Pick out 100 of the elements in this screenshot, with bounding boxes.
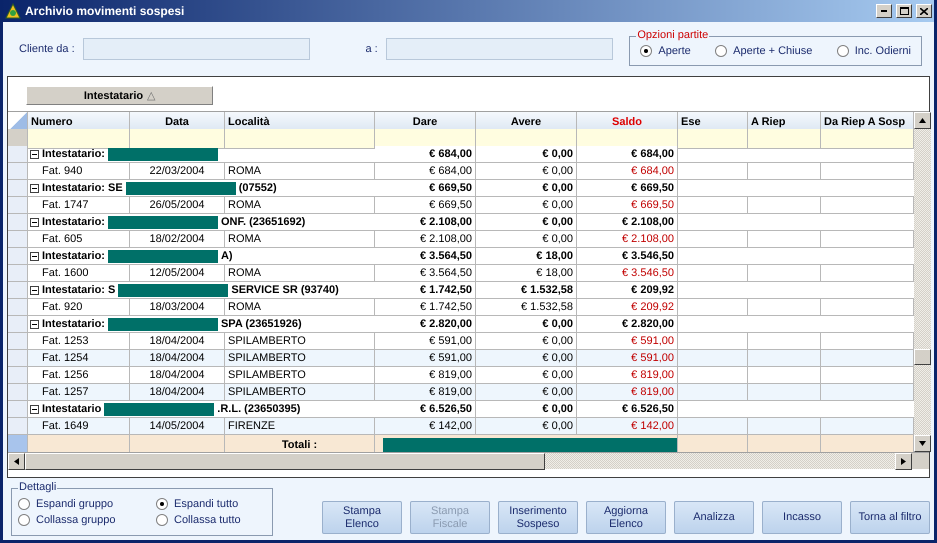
table-cell: Fat. 1256: [28, 367, 130, 384]
table-cell: € 591,00: [577, 333, 678, 350]
radio-option[interactable]: Inc. Odierni: [836, 45, 911, 57]
table-cell: € 0,00: [476, 418, 577, 435]
table-cell: € 669,50: [577, 197, 678, 214]
table-cell: € 18,00: [476, 248, 577, 265]
group-label: ONF. (23651692): [220, 216, 306, 228]
collapse-icon[interactable]: [30, 150, 39, 158]
table-cell: SPILAMBERTO: [225, 384, 375, 401]
table-cell: 12/05/2004: [130, 265, 225, 282]
table-cell: € 0,00: [476, 197, 577, 214]
right-arrow-icon: [901, 458, 906, 465]
action-button[interactable]: Inserimento Sospeso: [498, 501, 578, 534]
collapse-icon[interactable]: [30, 218, 39, 226]
table-cell: € 142,00: [375, 418, 476, 435]
scroll-thumb[interactable]: [914, 349, 931, 365]
table-cell: € 0,00: [476, 350, 577, 367]
action-button[interactable]: Aggiorna Elenco: [586, 501, 666, 534]
minimize-button[interactable]: [876, 4, 892, 18]
table-cell: € 209,92: [577, 282, 678, 299]
table-cell: € 3.564,50: [375, 248, 476, 265]
close-button[interactable]: [916, 4, 932, 18]
vertical-scrollbar[interactable]: [914, 112, 931, 452]
left-arrow-icon: [14, 458, 19, 465]
radio-option[interactable]: Aperte: [640, 45, 691, 57]
table-cell: € 2.108,00: [577, 214, 678, 231]
table-cell: 18/03/2004: [130, 299, 225, 316]
collapse-icon[interactable]: [30, 184, 39, 192]
row-indicator: [8, 384, 28, 401]
collapse-icon[interactable]: [30, 286, 39, 294]
scroll-thumb[interactable]: [25, 453, 545, 470]
filter-field[interactable]: [678, 129, 748, 149]
table-cell: Fat. 605: [28, 231, 130, 248]
radio-option[interactable]: Collassa gruppo: [18, 514, 156, 526]
table-cell: Fat. 1257: [28, 384, 130, 401]
filter-field[interactable]: [225, 129, 375, 149]
filter-field[interactable]: [748, 129, 821, 149]
table-cell: € 0,00: [476, 180, 577, 197]
filter-field[interactable]: [130, 129, 225, 149]
action-button[interactable]: Torna al filtro: [850, 501, 930, 534]
radio-option[interactable]: Collassa tutto: [156, 514, 266, 526]
group-label: Intestatario:: [42, 318, 105, 330]
input-field[interactable]: [386, 38, 614, 60]
group-label: .R.L. (23650395): [217, 403, 300, 415]
table-cell: € 18,00: [476, 265, 577, 282]
input-field[interactable]: [82, 38, 310, 60]
row-indicator: [8, 299, 28, 316]
table-cell: ROMA: [225, 265, 375, 282]
row-indicator: [8, 350, 28, 367]
app-icon: [5, 3, 21, 19]
radio-option[interactable]: Espandi tutto: [156, 498, 266, 510]
collapse-icon[interactable]: [30, 404, 39, 414]
radio-option[interactable]: Espandi gruppo: [18, 498, 156, 510]
group-title: Dettagli: [18, 481, 58, 493]
scroll-left-button[interactable]: [8, 453, 25, 470]
filter-field[interactable]: [28, 129, 130, 149]
table-cell: € 1.532,58: [476, 299, 577, 316]
row-indicator: [8, 214, 28, 231]
table-cell: € 2.820,00: [375, 316, 476, 333]
filter-field[interactable]: [577, 129, 678, 149]
table-cell: € 819,00: [577, 367, 678, 384]
table-cell: € 2.108,00: [375, 214, 476, 231]
scroll-right-button[interactable]: [895, 453, 912, 470]
table-cell: Fat. 1747: [28, 197, 130, 214]
horizontal-scrollbar[interactable]: [8, 452, 929, 469]
table-cell: € 669,50: [375, 197, 476, 214]
action-button[interactable]: Stampa Elenco: [322, 501, 402, 534]
maximize-button[interactable]: [896, 4, 912, 18]
row-indicator: [8, 282, 28, 299]
filter-field[interactable]: [375, 129, 476, 149]
scroll-up-button[interactable]: [914, 112, 931, 129]
table-cell: € 591,00: [375, 333, 476, 350]
radio-option[interactable]: Aperte + Chiuse: [715, 45, 812, 57]
row-indicator: [8, 197, 28, 214]
table-cell: 18/02/2004: [130, 231, 225, 248]
group-label: Intestatario: S: [42, 284, 116, 296]
group-label: Intestatario:: [42, 250, 105, 262]
table-cell: € 3.546,50: [577, 248, 678, 265]
table-cell: € 591,00: [577, 350, 678, 367]
scroll-down-button[interactable]: [914, 435, 931, 452]
table-cell: € 0,00: [476, 231, 577, 248]
table-cell: € 6.526,50: [577, 401, 678, 418]
table-cell: € 1.742,50: [375, 282, 476, 299]
group-by-header[interactable]: Intestatario △: [26, 86, 213, 105]
filter-field[interactable]: [476, 129, 577, 149]
table-cell: SPILAMBERTO: [225, 333, 375, 350]
minimize-icon: [881, 10, 887, 12]
group-label: SPA (23651926): [220, 318, 302, 330]
group-label: (07552): [238, 182, 277, 194]
action-button[interactable]: Analizza: [674, 501, 754, 534]
collapse-icon[interactable]: [30, 320, 39, 328]
group-title: Opzioni partite: [636, 29, 710, 41]
table-cell: € 684,00: [375, 163, 476, 180]
action-button[interactable]: Incasso: [762, 501, 842, 534]
collapse-icon[interactable]: [30, 252, 39, 260]
table-cell: € 684,00: [577, 163, 678, 180]
table-cell: € 2.108,00: [577, 231, 678, 248]
filter-field[interactable]: [821, 129, 914, 149]
field-label: Cliente da :: [19, 43, 75, 55]
row-indicator: [8, 265, 28, 282]
